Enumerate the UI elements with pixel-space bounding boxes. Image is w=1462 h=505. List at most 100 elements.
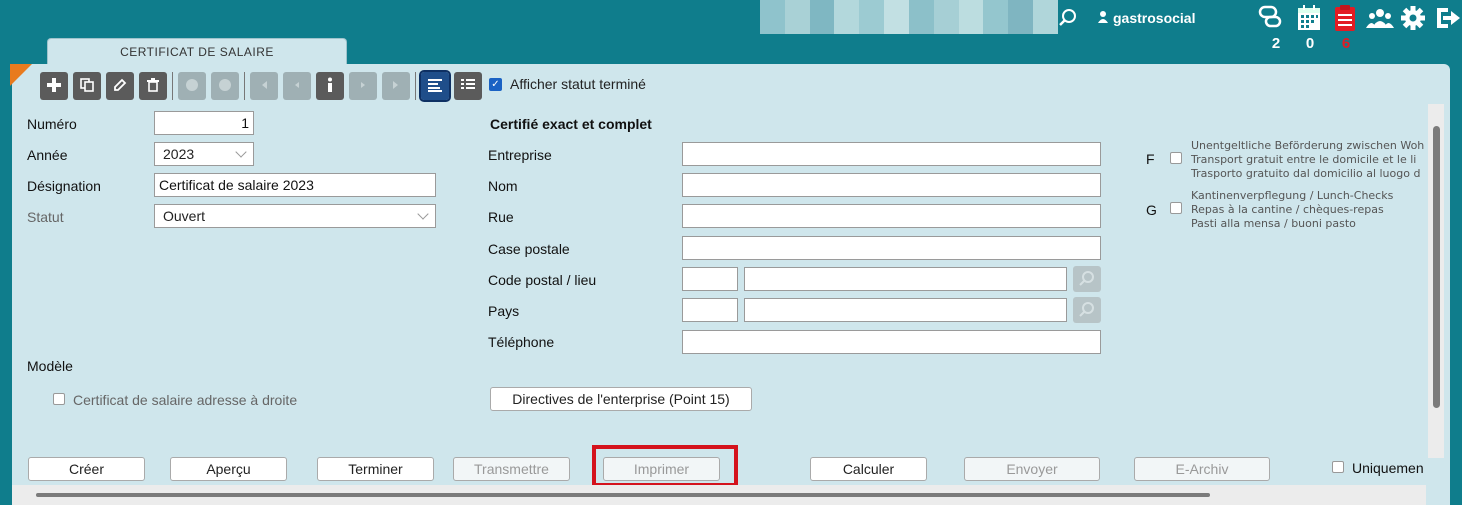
first-icon bbox=[257, 78, 271, 95]
chat-bubbles-icon[interactable] bbox=[1258, 4, 1284, 32]
show-finished-checkbox[interactable]: ✓ bbox=[489, 77, 502, 91]
rue-label: Rue bbox=[488, 209, 514, 225]
add-icon bbox=[47, 77, 61, 95]
modele-label: Modèle bbox=[27, 358, 73, 374]
list-view-button[interactable] bbox=[454, 72, 482, 100]
designation-input[interactable]: Certificat de salaire 2023 bbox=[154, 173, 436, 197]
toolbar bbox=[40, 70, 487, 102]
copy-icon bbox=[80, 77, 94, 95]
blurred-area bbox=[760, 0, 1058, 34]
numero-label: Numéro bbox=[27, 116, 77, 132]
annee-select[interactable]: 2023 bbox=[154, 142, 254, 166]
add-button[interactable] bbox=[40, 72, 68, 100]
next-icon bbox=[356, 78, 370, 95]
directives-button[interactable]: Directives de l'enterprise (Point 15) bbox=[490, 387, 752, 411]
statut-select[interactable]: Ouvert bbox=[154, 204, 436, 228]
search-icon bbox=[1079, 302, 1094, 317]
delete-button[interactable] bbox=[139, 72, 167, 100]
option-g-checkbox[interactable] bbox=[1170, 202, 1182, 214]
imprimer-highlight-box bbox=[592, 445, 738, 487]
tab-certificat-de-salaire[interactable]: CERTIFICAT DE SALAIRE bbox=[47, 38, 347, 66]
uniquement-label: Uniquemen bbox=[1352, 460, 1424, 476]
pays-code-input[interactable] bbox=[682, 298, 738, 322]
creer-button[interactable]: Créer bbox=[28, 457, 145, 481]
telephone-input[interactable] bbox=[682, 330, 1101, 354]
previous-record-button[interactable] bbox=[283, 72, 311, 100]
form-view-button[interactable] bbox=[419, 70, 451, 102]
prev-icon bbox=[290, 78, 304, 95]
option-g-letter: G bbox=[1146, 202, 1157, 218]
case-postale-input[interactable] bbox=[682, 236, 1101, 260]
vertical-scrollbar[interactable] bbox=[1433, 126, 1440, 408]
envoyer-button[interactable]: Envoyer bbox=[964, 457, 1100, 481]
info-icon bbox=[323, 77, 337, 96]
toolbar-separator bbox=[172, 72, 173, 100]
gear-icon[interactable] bbox=[1400, 4, 1426, 32]
calculer-button[interactable]: Calculer bbox=[810, 457, 927, 481]
option-f-letter: F bbox=[1146, 151, 1155, 167]
code-postal-input[interactable] bbox=[682, 267, 738, 291]
horizontal-scrollbar[interactable] bbox=[36, 493, 1210, 497]
earchiv-button[interactable]: E-Archiv bbox=[1134, 457, 1270, 481]
clipboard-icon[interactable] bbox=[1332, 4, 1358, 32]
option-f-line-1: Unentgeltliche Beförderung zwischen Woh bbox=[1191, 139, 1425, 152]
lieu-input[interactable] bbox=[744, 267, 1067, 291]
option-g-line-3: Pasti alla mensa / buoni pasto bbox=[1191, 217, 1356, 230]
option-f-line-2: Transport gratuit entre le domicile et l… bbox=[1191, 153, 1417, 166]
numero-input[interactable]: 1 bbox=[154, 111, 254, 135]
adresse-droite-checkbox[interactable] bbox=[53, 393, 65, 405]
telephone-label: Téléphone bbox=[488, 334, 555, 350]
info-button[interactable] bbox=[316, 72, 344, 100]
rue-input[interactable] bbox=[682, 204, 1101, 228]
statut-label: Statut bbox=[27, 209, 64, 225]
nom-label: Nom bbox=[488, 178, 518, 194]
show-finished-status-toggle[interactable]: ✓ Afficher statut terminé bbox=[489, 76, 646, 92]
entreprise-label: Entreprise bbox=[488, 147, 552, 163]
last-icon bbox=[389, 78, 403, 95]
certifie-title: Certifié exact et complet bbox=[490, 116, 652, 132]
trash-icon bbox=[146, 77, 160, 95]
transmettre-button[interactable]: Transmettre bbox=[453, 457, 570, 481]
corner-marker bbox=[10, 64, 32, 86]
next-record-button[interactable] bbox=[349, 72, 377, 100]
uniquement-checkbox[interactable] bbox=[1332, 461, 1344, 473]
first-record-button[interactable] bbox=[250, 72, 278, 100]
cancel-icon bbox=[218, 78, 232, 95]
edit-icon bbox=[113, 78, 127, 95]
chevron-down-icon bbox=[235, 146, 247, 158]
copy-button[interactable] bbox=[73, 72, 101, 100]
apercu-button[interactable]: Aperçu bbox=[170, 457, 287, 481]
designation-label: Désignation bbox=[27, 178, 101, 194]
pays-lookup-button[interactable] bbox=[1073, 297, 1101, 323]
pays-name-input[interactable] bbox=[744, 298, 1067, 322]
calendar-icon[interactable] bbox=[1296, 4, 1322, 32]
last-record-button[interactable] bbox=[382, 72, 410, 100]
annee-label: Année bbox=[27, 147, 68, 163]
logout-icon[interactable] bbox=[1434, 4, 1460, 32]
form-view-icon bbox=[427, 78, 443, 95]
nom-input[interactable] bbox=[682, 173, 1101, 197]
annee-value: 2023 bbox=[163, 146, 195, 162]
case-postale-label: Case postale bbox=[488, 241, 570, 257]
search-icon[interactable] bbox=[1058, 8, 1078, 28]
cancel-button[interactable] bbox=[211, 72, 239, 100]
chevron-down-icon bbox=[417, 208, 429, 220]
user-menu[interactable]: gastrosocial bbox=[1098, 10, 1195, 26]
toolbar-separator bbox=[415, 72, 416, 100]
list-view-icon bbox=[460, 78, 476, 95]
option-f-line-3: Trasporto gratuito dal domicilio al luog… bbox=[1191, 167, 1421, 180]
confirm-button[interactable] bbox=[178, 72, 206, 100]
adresse-droite-label: Certificat de salaire adresse à droite bbox=[73, 392, 298, 408]
check-icon bbox=[185, 78, 199, 95]
option-f-checkbox[interactable] bbox=[1170, 152, 1182, 164]
group-icon[interactable] bbox=[1366, 4, 1394, 32]
option-g-line-1: Kantinenverpflegung / Lunch-Checks bbox=[1191, 189, 1394, 202]
option-g-line-2: Repas à la cantine / chèques-repas bbox=[1191, 203, 1384, 216]
terminer-button[interactable]: Terminer bbox=[317, 457, 434, 481]
user-icon bbox=[1098, 10, 1108, 26]
edit-button[interactable] bbox=[106, 72, 134, 100]
code-postal-label: Code postal / lieu bbox=[488, 272, 597, 288]
messages-count: 2 bbox=[1271, 35, 1281, 52]
lieu-lookup-button[interactable] bbox=[1073, 266, 1101, 292]
entreprise-input[interactable] bbox=[682, 142, 1101, 166]
